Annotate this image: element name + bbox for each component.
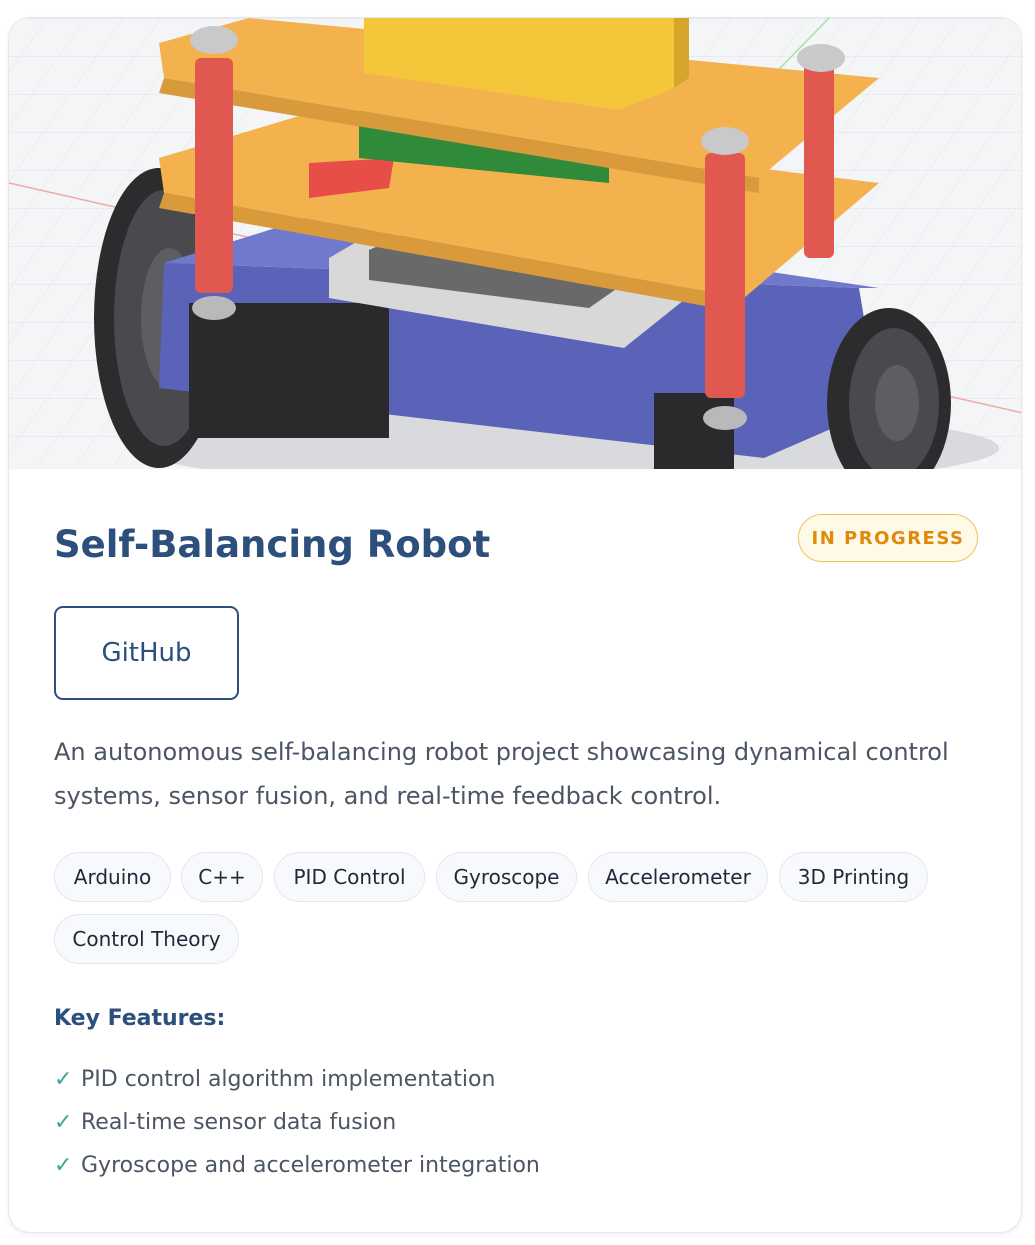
tag-3d-printing: 3D Printing bbox=[779, 852, 928, 902]
project-description: An autonomous self-balancing robot proje… bbox=[54, 738, 949, 810]
project-card: Self-Balancing Robot IN PROGRESS GitHub … bbox=[8, 17, 1022, 1233]
feature-text: Gyroscope and accelerometer integration bbox=[81, 1153, 540, 1178]
feature-item: ✓ Real-time sensor data fusion bbox=[54, 1101, 540, 1144]
github-button[interactable]: GitHub bbox=[54, 606, 239, 700]
tag-accelerometer: Accelerometer bbox=[588, 852, 768, 902]
tag-control-theory: Control Theory bbox=[54, 914, 239, 964]
feature-text: PID control algorithm implementation bbox=[81, 1067, 496, 1092]
tag-cpp: C++ bbox=[181, 852, 263, 902]
checkmark-icon: ✓ bbox=[54, 1067, 73, 1092]
checkmark-icon: ✓ bbox=[54, 1153, 73, 1178]
status-badge: IN PROGRESS bbox=[798, 514, 978, 562]
feature-item: ✓ Gyroscope and accelerometer integratio… bbox=[54, 1144, 540, 1187]
tag-arduino: Arduino bbox=[54, 852, 171, 902]
feature-item: ✓ PID control algorithm implementation bbox=[54, 1058, 540, 1101]
project-title: Self-Balancing Robot bbox=[54, 523, 491, 566]
key-features-list: ✓ PID control algorithm implementation ✓… bbox=[54, 1058, 540, 1187]
tag-pid-control: PID Control bbox=[274, 852, 425, 902]
key-features-heading: Key Features: bbox=[54, 1006, 226, 1031]
feature-text: Real-time sensor data fusion bbox=[81, 1110, 397, 1135]
checkmark-icon: ✓ bbox=[54, 1110, 73, 1135]
robot-cad-render-image bbox=[9, 18, 1021, 469]
tag-gyroscope: Gyroscope bbox=[436, 852, 577, 902]
